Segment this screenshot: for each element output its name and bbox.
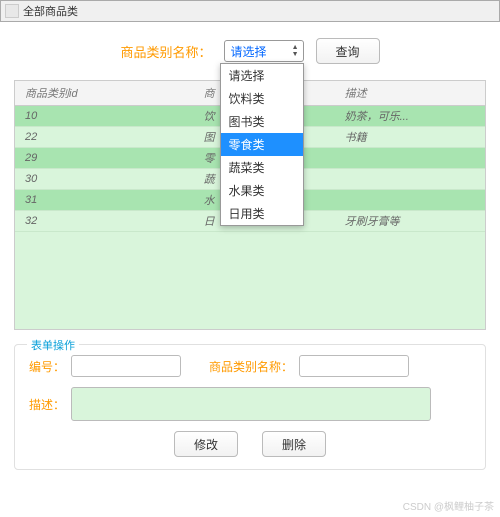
watermark: CSDN @枫鲤柚子茶 [403,498,494,513]
select-display[interactable]: 请选择 ▲▼ [224,40,304,62]
form-panel: 表单操作 编号： 商品类别名称： 描述： 修改 删除 [14,344,486,470]
name-label: 商品类别名称： [209,358,293,375]
id-input[interactable] [71,355,181,377]
dropdown-option[interactable]: 饮料类 [221,87,303,110]
app-icon [5,4,19,18]
filter-row: 商品类别名称： 请选择 ▲▼ 请选择 饮料类 图书类 零食类 蔬菜类 水果类 日… [6,28,494,80]
window-titlebar: 全部商品类 [0,0,500,22]
col-id: 商品类别id [15,81,194,106]
form-row-2: 描述： [29,387,471,421]
dropdown-option[interactable]: 图书类 [221,110,303,133]
col-desc: 描述 [335,81,485,106]
window-body: 商品类别名称： 请选择 ▲▼ 请选择 饮料类 图书类 零食类 蔬菜类 水果类 日… [0,22,500,476]
edit-button[interactable]: 修改 [174,431,238,457]
dropdown-option[interactable]: 蔬菜类 [221,156,303,179]
desc-input[interactable] [71,387,431,421]
desc-label: 描述： [29,396,65,413]
dropdown-option[interactable]: 请选择 [221,64,303,87]
name-input[interactable] [299,355,409,377]
select-value: 请选择 [231,43,267,60]
dropdown-menu: 请选择 饮料类 图书类 零食类 蔬菜类 水果类 日用类 [220,63,304,226]
form-buttons: 修改 删除 [29,431,471,457]
category-select[interactable]: 请选择 ▲▼ 请选择 饮料类 图书类 零食类 蔬菜类 水果类 日用类 [224,40,304,62]
form-legend: 表单操作 [27,337,79,353]
dropdown-option[interactable]: 日用类 [221,202,303,225]
id-label: 编号： [29,358,65,375]
delete-button[interactable]: 删除 [262,431,326,457]
stepper-icon: ▲▼ [292,44,299,58]
form-row-1: 编号： 商品类别名称： [29,355,471,377]
query-button[interactable]: 查询 [316,38,380,64]
dropdown-option[interactable]: 水果类 [221,179,303,202]
window-title: 全部商品类 [23,3,78,19]
filter-label: 商品类别名称： [120,42,211,61]
dropdown-option[interactable]: 零食类 [221,133,303,156]
